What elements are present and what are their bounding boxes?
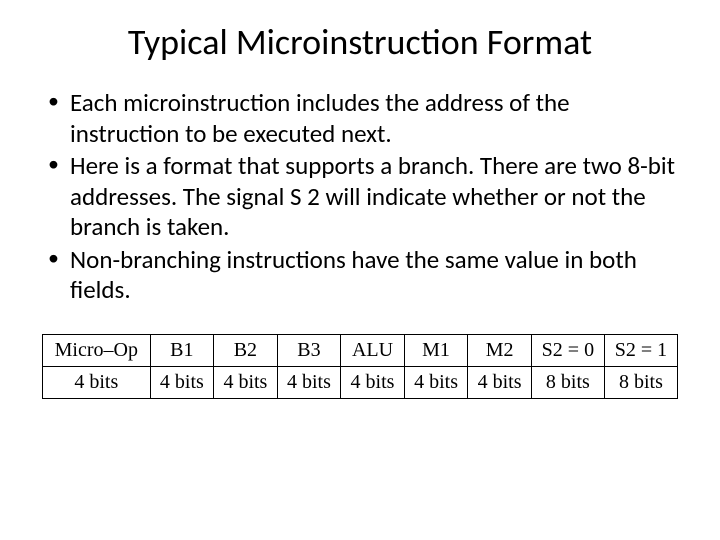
- table-header-cell: B3: [277, 334, 341, 366]
- bullet-item: Here is a format that supports a branch.…: [44, 151, 680, 243]
- table-header-cell: S2 = 1: [604, 334, 677, 366]
- format-table-container: Micro–Op B1 B2 B3 ALU M1 M2 S2 = 0 S2 = …: [40, 334, 680, 399]
- table-header-row: Micro–Op B1 B2 B3 ALU M1 M2 S2 = 0 S2 = …: [43, 334, 678, 366]
- slide-title: Typical Microinstruction Format: [40, 20, 680, 64]
- table-cell: 4 bits: [43, 366, 151, 398]
- table-header-cell: ALU: [341, 334, 405, 366]
- table-header-cell: Micro–Op: [43, 334, 151, 366]
- table-cell: 4 bits: [150, 366, 214, 398]
- format-table: Micro–Op B1 B2 B3 ALU M1 M2 S2 = 0 S2 = …: [42, 334, 678, 399]
- table-cell: 4 bits: [404, 366, 468, 398]
- bullet-item: Each microinstruction includes the addre…: [44, 88, 680, 149]
- table-cell: 8 bits: [604, 366, 677, 398]
- table-header-cell: S2 = 0: [531, 334, 604, 366]
- table-cell: 4 bits: [341, 366, 405, 398]
- table-cell: 8 bits: [531, 366, 604, 398]
- table-cell: 4 bits: [214, 366, 278, 398]
- table-header-cell: M2: [468, 334, 532, 366]
- bullet-list: Each microinstruction includes the addre…: [40, 88, 680, 306]
- table-header-cell: M1: [404, 334, 468, 366]
- bullet-item: Non-branching instructions have the same…: [44, 245, 680, 306]
- table-header-cell: B1: [150, 334, 214, 366]
- table-cell: 4 bits: [468, 366, 532, 398]
- table-header-cell: B2: [214, 334, 278, 366]
- table-row: 4 bits 4 bits 4 bits 4 bits 4 bits 4 bit…: [43, 366, 678, 398]
- table-cell: 4 bits: [277, 366, 341, 398]
